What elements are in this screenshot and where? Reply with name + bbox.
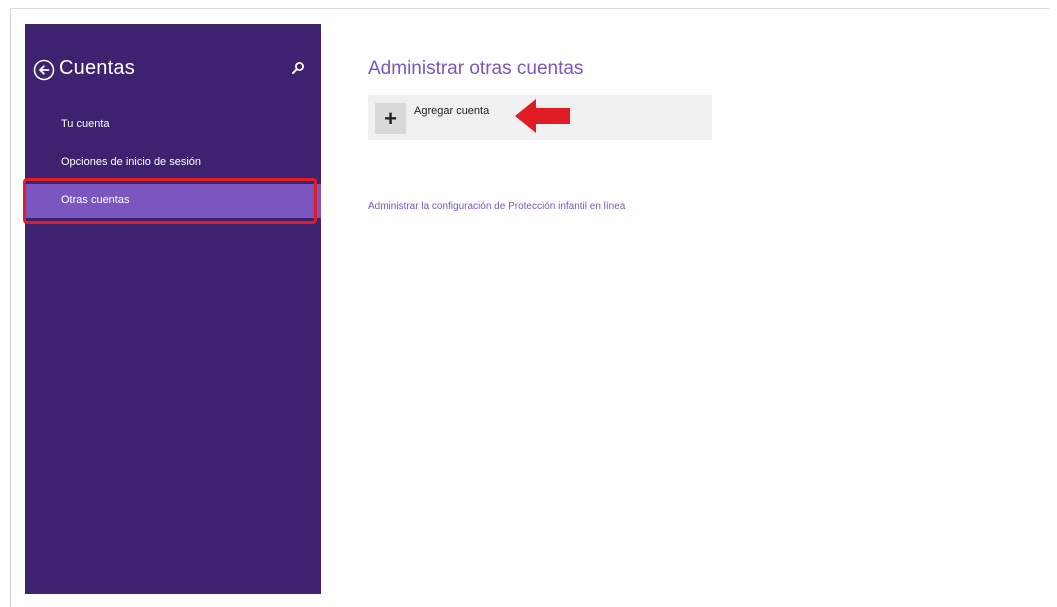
sidebar-item-tu-cuenta[interactable]: Tu cuenta: [25, 108, 321, 142]
sidebar-item-label: Tu cuenta: [61, 118, 110, 130]
back-arrow-icon[interactable]: [33, 59, 55, 81]
sidebar-item-label: Opciones de inicio de sesión: [61, 156, 202, 168]
settings-window: Cuentas Tu cuenta Opciones de inicio de …: [0, 0, 1057, 607]
sidebar-item-label: Otras cuentas: [61, 194, 130, 206]
sidebar-title: Cuentas: [59, 57, 135, 79]
window-border-left: [10, 8, 11, 607]
plus-icon: +: [384, 106, 397, 131]
add-account-button[interactable]: + Agregar cuenta: [368, 95, 712, 140]
sidebar-header: Cuentas: [33, 56, 313, 84]
sidebar-item-opciones-inicio-sesion[interactable]: Opciones de inicio de sesión: [25, 146, 321, 180]
search-icon[interactable]: [291, 61, 305, 75]
accounts-sidebar: Cuentas Tu cuenta Opciones de inicio de …: [25, 24, 321, 594]
plus-icon-box: +: [375, 103, 406, 134]
family-safety-link[interactable]: Administrar la configuración de Protecci…: [368, 201, 625, 212]
window-border-top: [10, 8, 1050, 9]
add-account-label: Agregar cuenta: [414, 105, 490, 117]
sidebar-item-otras-cuentas[interactable]: Otras cuentas: [25, 184, 321, 218]
page-title: Administrar otras cuentas: [368, 58, 584, 79]
